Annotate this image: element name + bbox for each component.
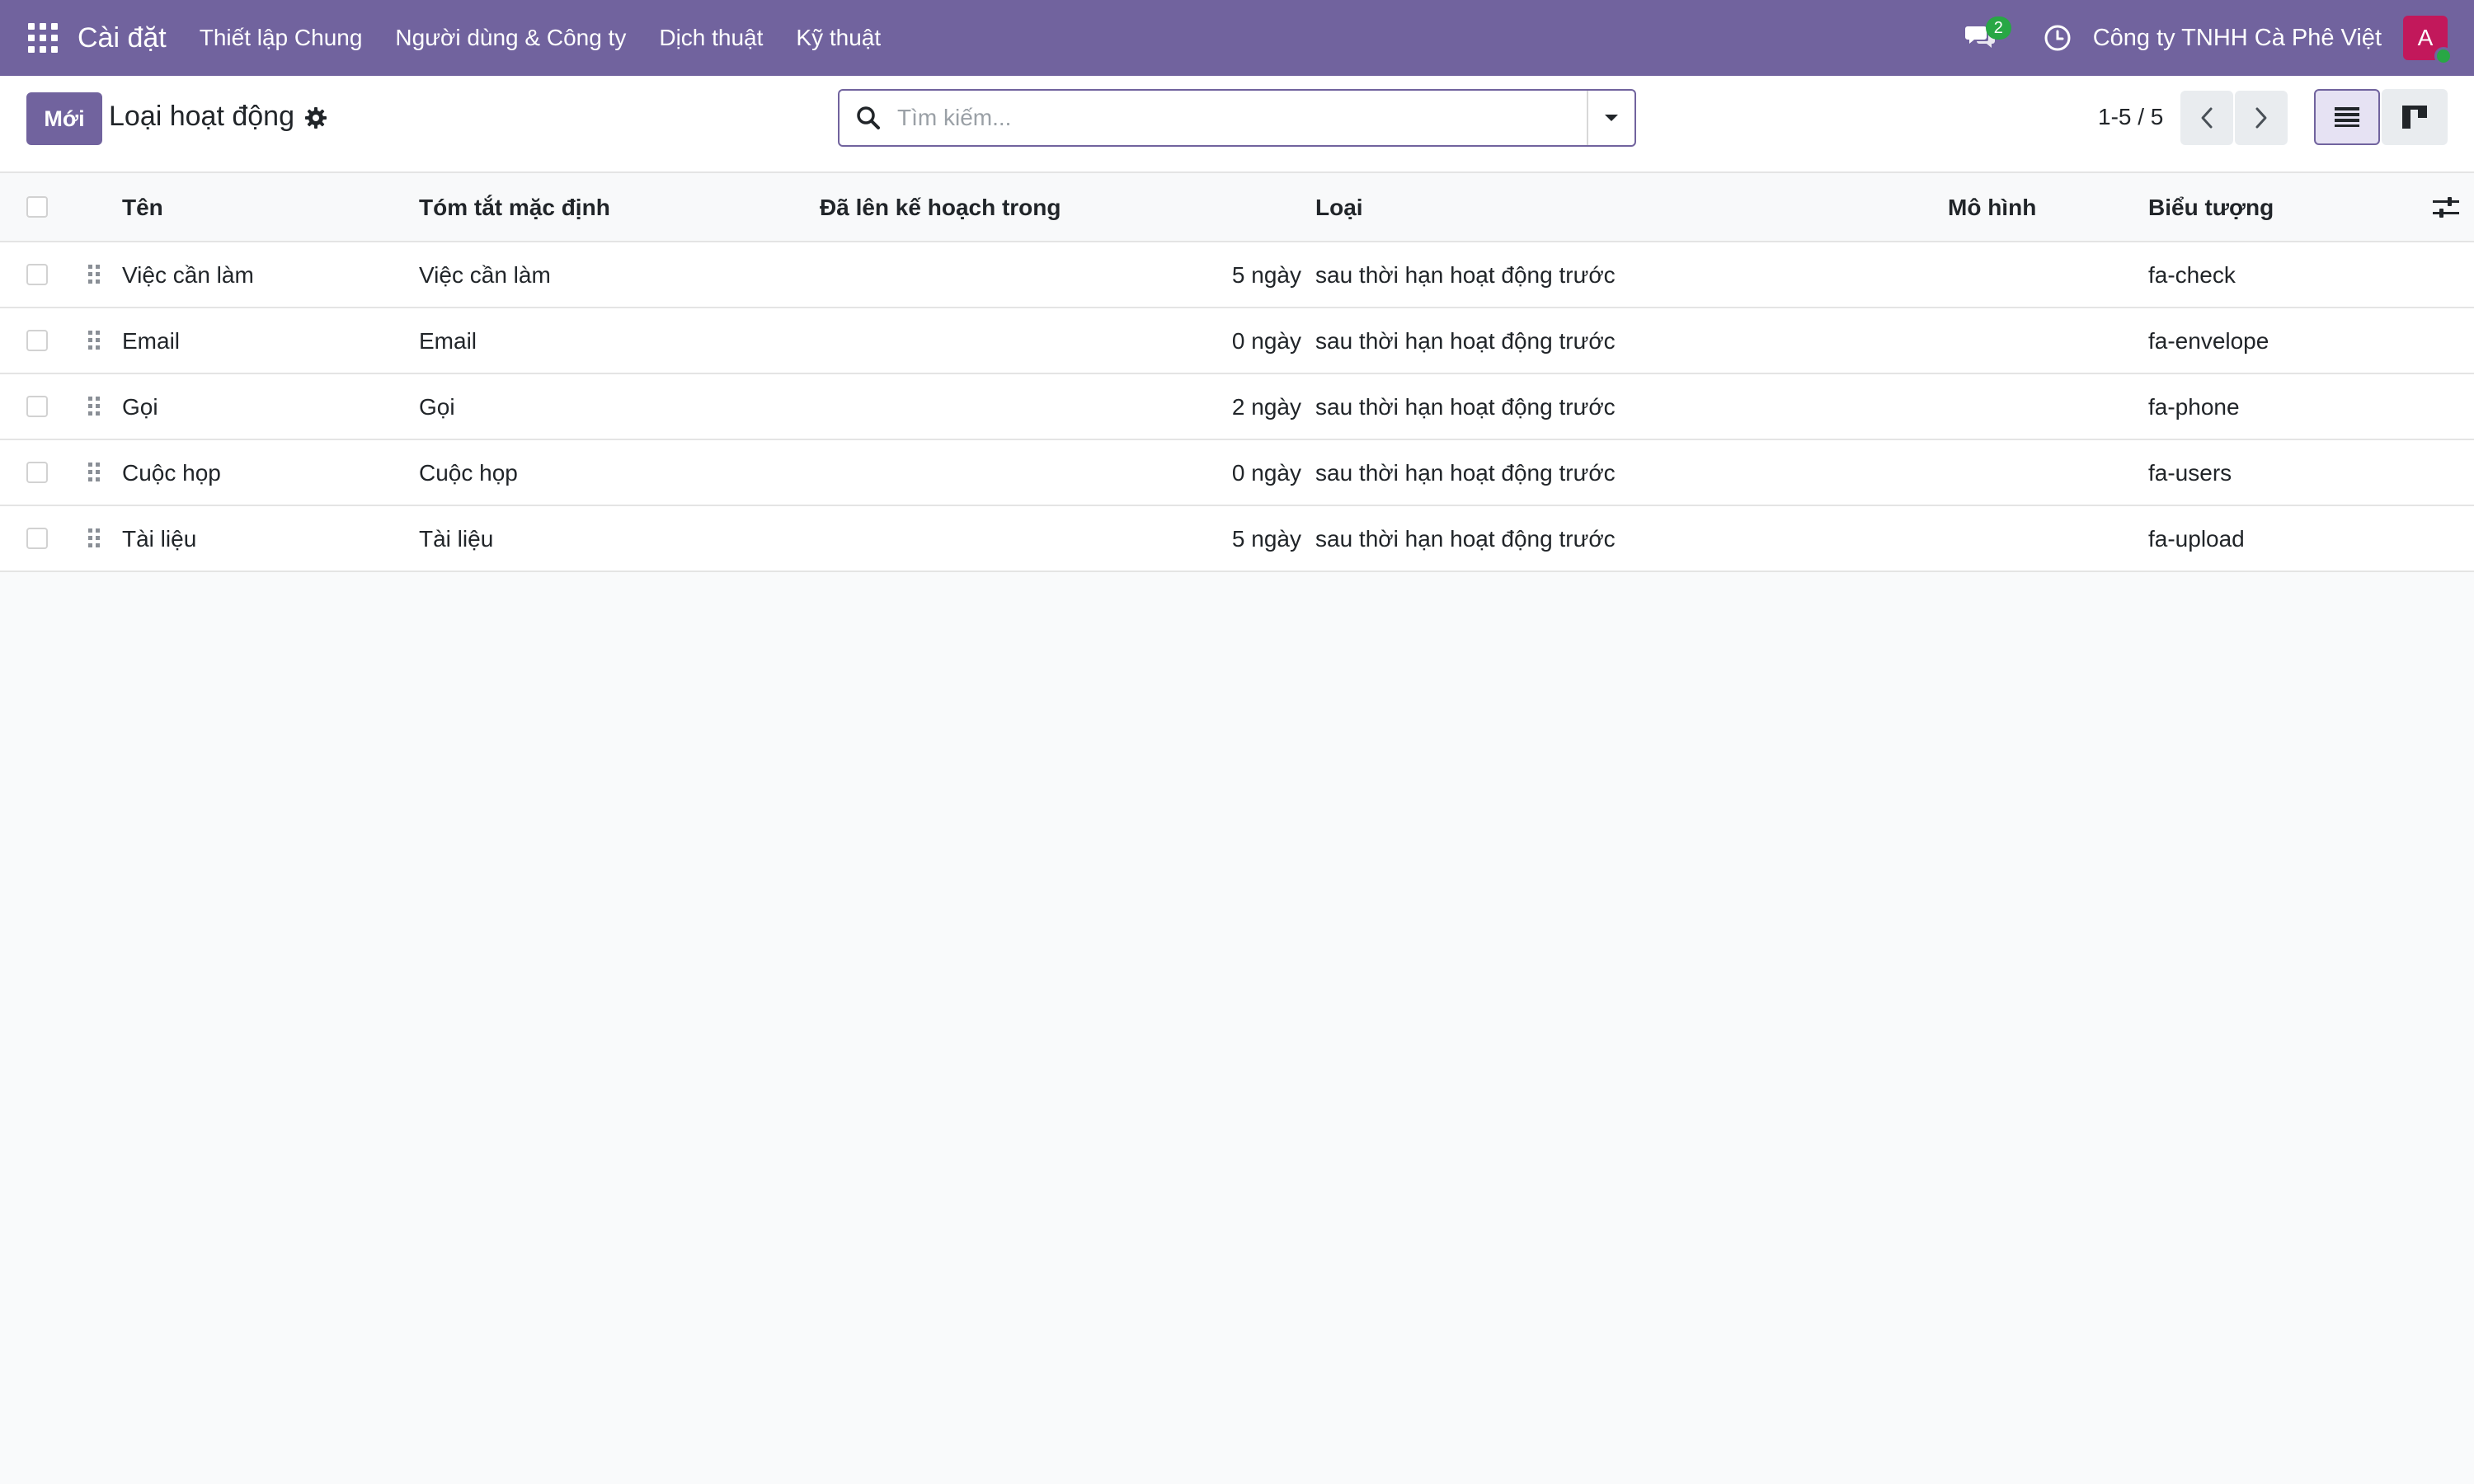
top-navbar: Cài đặt Thiết lập Chung Người dùng & Côn… bbox=[0, 0, 2474, 76]
column-header-icon[interactable]: Biểu tượng bbox=[2148, 173, 2274, 242]
cell-name: Việc cần làm bbox=[122, 262, 254, 288]
menu-item-general-settings[interactable]: Thiết lập Chung bbox=[200, 25, 363, 51]
pager-value[interactable]: 1-5 / 5 bbox=[2098, 104, 2163, 130]
cell-type: sau thời hạn hoạt động trước bbox=[1315, 526, 1616, 552]
messaging-button[interactable]: 2 bbox=[1964, 16, 2011, 54]
drag-handle-icon[interactable] bbox=[86, 460, 102, 485]
kanban-view-button[interactable] bbox=[2382, 89, 2448, 145]
control-panel: Mới Loại hoạt động 1-5 / 5 bbox=[0, 76, 2474, 173]
list-view-button[interactable] bbox=[2314, 89, 2380, 145]
cell-planned: 0 ngày bbox=[1231, 328, 1301, 354]
table-row[interactable]: Việc cần làm Việc cần làm 5 ngày sau thờ… bbox=[0, 242, 2474, 308]
cell-summary: Email bbox=[419, 328, 477, 354]
list-view-icon bbox=[2335, 107, 2359, 127]
gear-icon[interactable] bbox=[303, 106, 328, 130]
cell-icon-name: fa-users bbox=[2148, 460, 2232, 486]
cell-summary: Tài liệu bbox=[419, 526, 494, 552]
menu-item-technical[interactable]: Kỹ thuật bbox=[796, 25, 881, 51]
cell-name: Tài liệu bbox=[122, 526, 197, 552]
table-row[interactable]: Gọi Gọi 2 ngày sau thời hạn hoạt động tr… bbox=[0, 374, 2474, 440]
drag-handle-icon[interactable] bbox=[86, 526, 102, 551]
cell-summary: Cuộc họp bbox=[419, 460, 518, 486]
cell-summary: Gọi bbox=[419, 394, 455, 420]
table-row[interactable]: Cuộc họp Cuộc họp 0 ngày sau thời hạn ho… bbox=[0, 440, 2474, 506]
table-header: Tên Tóm tắt mặc định Đã lên kế hoạch tro… bbox=[0, 173, 2474, 242]
search-bar bbox=[838, 89, 1636, 147]
cell-name: Cuộc họp bbox=[122, 460, 221, 486]
sliders-icon[interactable] bbox=[2433, 196, 2459, 219]
cell-name: Gọi bbox=[122, 394, 158, 420]
online-status-dot bbox=[2434, 47, 2453, 65]
cell-type: sau thời hạn hoạt động trước bbox=[1315, 328, 1616, 354]
row-checkbox[interactable] bbox=[26, 528, 48, 549]
column-header-model[interactable]: Mô hình bbox=[1948, 173, 2036, 242]
row-checkbox[interactable] bbox=[26, 462, 48, 483]
new-button[interactable]: Mới bbox=[26, 92, 102, 145]
cell-icon-name: fa-check bbox=[2148, 262, 2236, 288]
cell-summary: Việc cần làm bbox=[419, 262, 551, 288]
cell-planned: 5 ngày bbox=[1231, 526, 1301, 552]
column-header-type[interactable]: Loại bbox=[1315, 173, 1363, 242]
app-name[interactable]: Cài đặt bbox=[78, 22, 167, 54]
search-input[interactable] bbox=[897, 101, 1590, 135]
chevron-right-icon bbox=[2255, 107, 2267, 129]
drag-handle-icon[interactable] bbox=[86, 328, 102, 353]
chevron-left-icon bbox=[2201, 107, 2213, 129]
company-switcher[interactable]: Công ty TNHH Cà Phê Việt bbox=[2093, 25, 2382, 52]
column-header-name[interactable]: Tên bbox=[122, 173, 163, 242]
cell-icon-name: fa-envelope bbox=[2148, 328, 2269, 354]
cell-type: sau thời hạn hoạt động trước bbox=[1315, 394, 1616, 420]
row-checkbox[interactable] bbox=[26, 330, 48, 351]
menu-item-translations[interactable]: Dịch thuật bbox=[659, 25, 763, 51]
cell-icon-name: fa-upload bbox=[2148, 526, 2245, 552]
cell-planned: 5 ngày bbox=[1231, 262, 1301, 288]
chat-count-badge: 2 bbox=[1985, 16, 2011, 40]
page-title[interactable]: Loại hoạt động bbox=[109, 101, 294, 133]
table-row[interactable]: Tài liệu Tài liệu 5 ngày sau thời hạn ho… bbox=[0, 506, 2474, 572]
table-row[interactable]: Email Email 0 ngày sau thời hạn hoạt độn… bbox=[0, 308, 2474, 374]
cell-planned: 0 ngày bbox=[1231, 460, 1301, 486]
kanban-view-icon bbox=[2402, 106, 2427, 129]
clock-icon[interactable] bbox=[2044, 24, 2072, 52]
cell-name: Email bbox=[122, 328, 181, 354]
cell-type: sau thời hạn hoạt động trước bbox=[1315, 460, 1616, 486]
select-all-checkbox[interactable] bbox=[26, 196, 48, 218]
search-options-toggle[interactable] bbox=[1588, 91, 1634, 145]
cell-icon-name: fa-phone bbox=[2148, 394, 2240, 420]
row-checkbox[interactable] bbox=[26, 396, 48, 417]
caret-down-icon bbox=[1605, 115, 1618, 121]
search-icon bbox=[857, 106, 880, 129]
user-avatar[interactable]: A bbox=[2403, 16, 2453, 65]
menu-item-users-companies[interactable]: Người dùng & Công ty bbox=[395, 25, 626, 51]
cell-type: sau thời hạn hoạt động trước bbox=[1315, 262, 1616, 288]
apps-grid-icon[interactable] bbox=[28, 23, 58, 53]
column-header-summary[interactable]: Tóm tắt mặc định bbox=[419, 173, 610, 242]
drag-handle-icon[interactable] bbox=[86, 394, 102, 419]
cell-planned: 2 ngày bbox=[1231, 394, 1301, 420]
pager-next-button[interactable] bbox=[2235, 91, 2288, 145]
avatar-letter: A bbox=[2417, 25, 2434, 50]
drag-handle-icon[interactable] bbox=[86, 262, 102, 287]
pager-previous-button[interactable] bbox=[2180, 91, 2233, 145]
row-checkbox[interactable] bbox=[26, 264, 48, 285]
column-header-planned[interactable]: Đã lên kế hoạch trong bbox=[820, 173, 1061, 242]
